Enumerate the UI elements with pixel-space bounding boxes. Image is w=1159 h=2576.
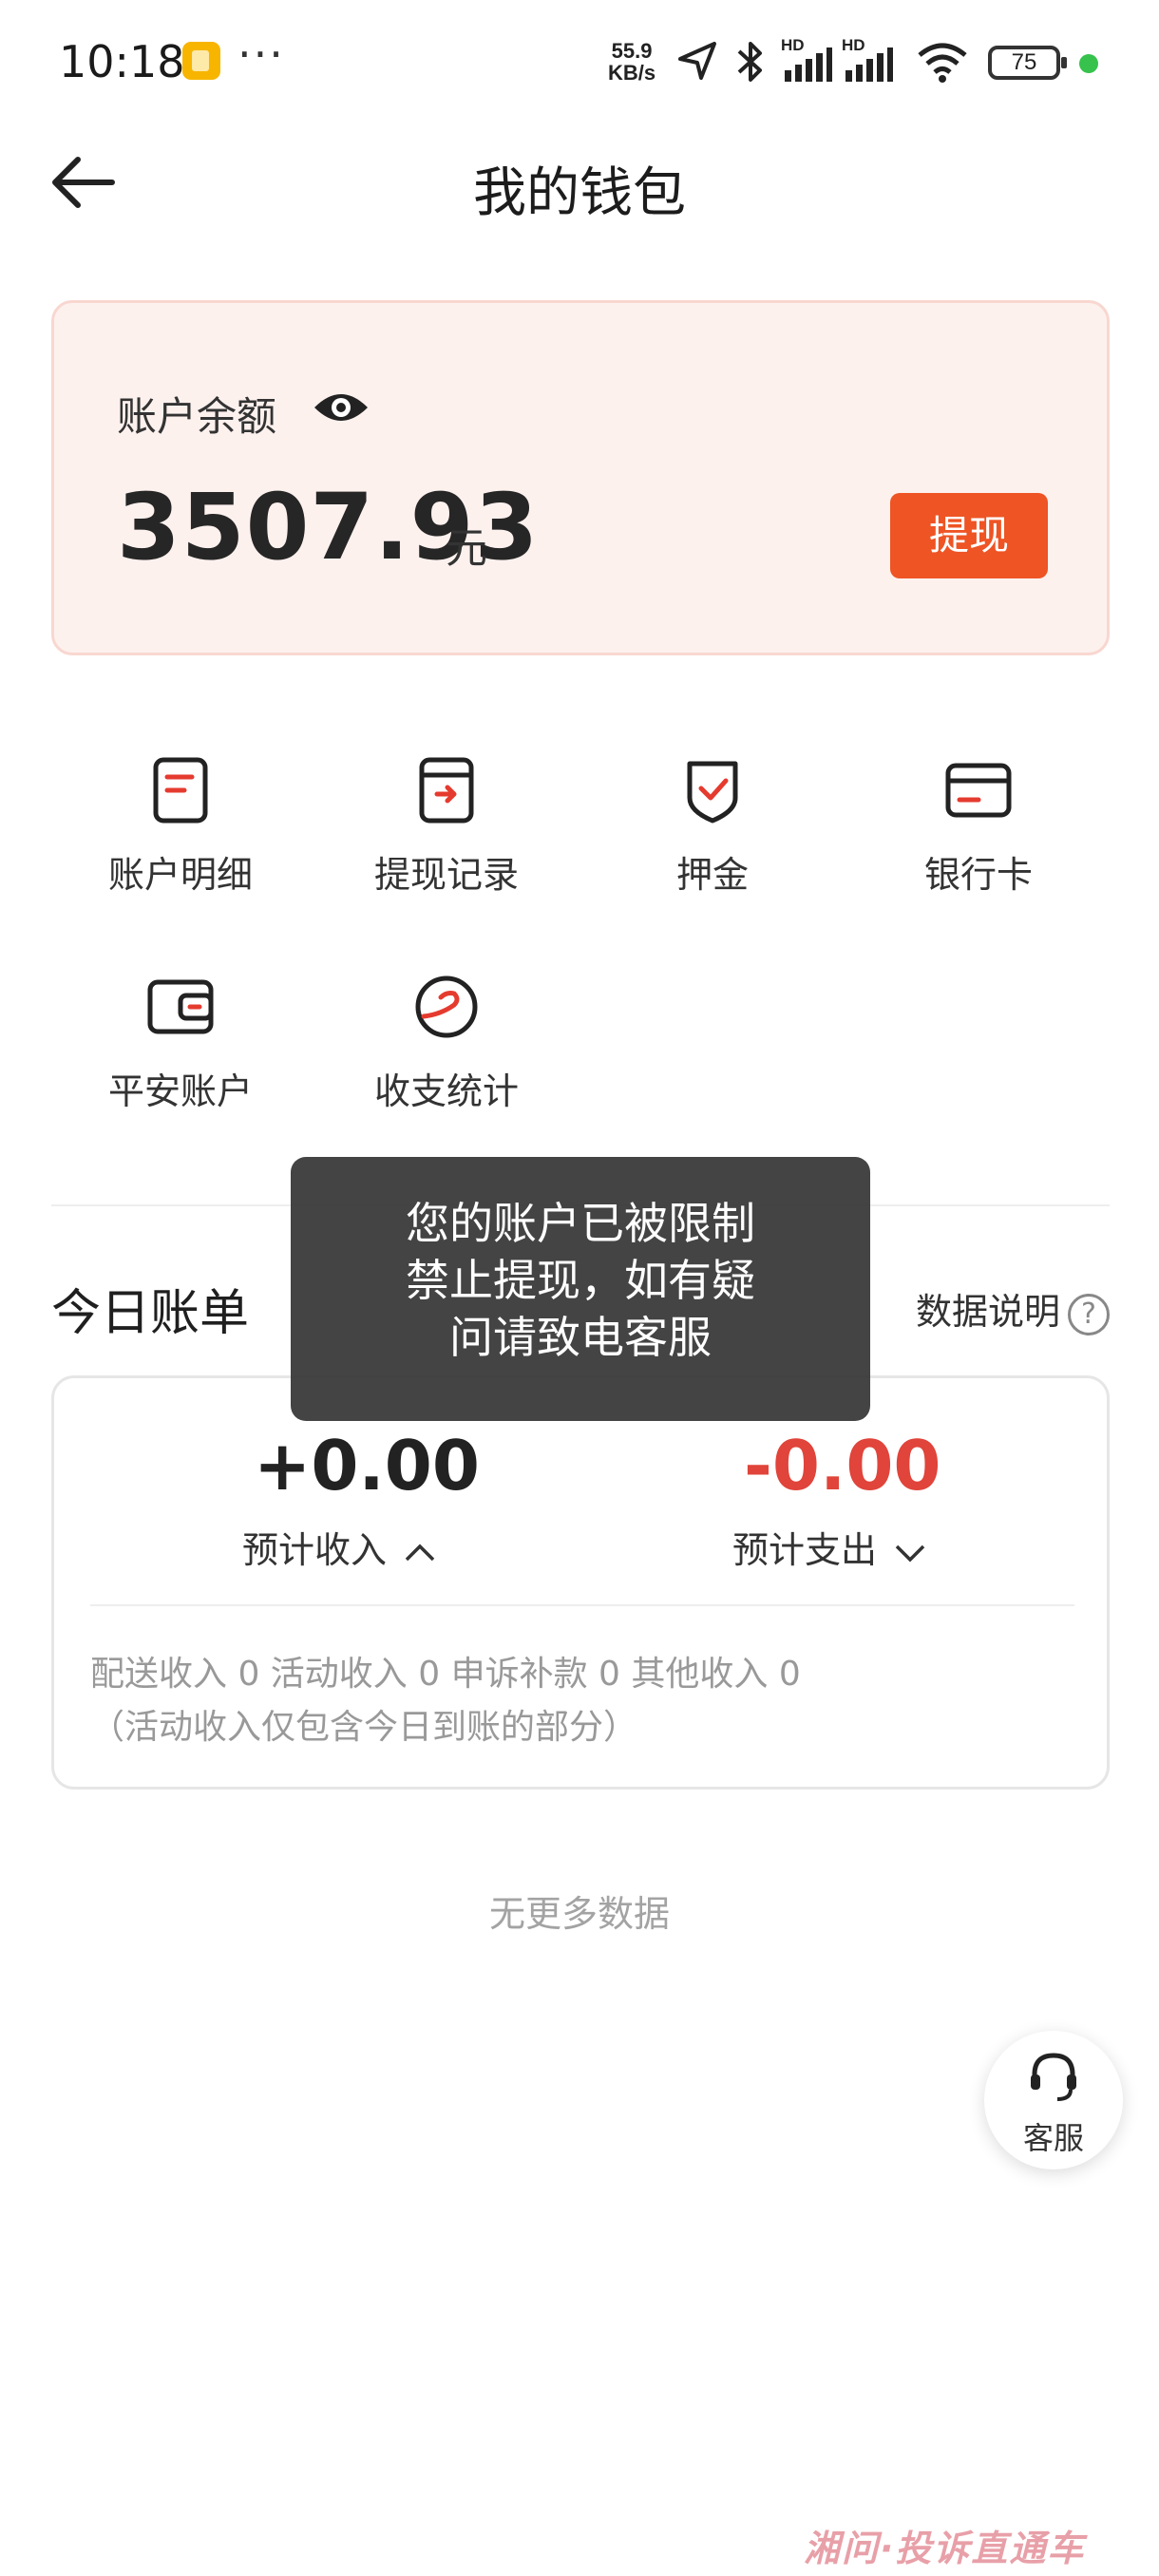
no-more-data: 无更多数据 bbox=[488, 1893, 670, 1935]
balance-label: 账户余额 bbox=[117, 393, 277, 440]
grid-label-bank-card: 银行卡 bbox=[923, 854, 1033, 896]
toast-line-1: 您的账户已被限制 bbox=[406, 1198, 755, 1249]
grid-item-deposit[interactable]: 押金 bbox=[598, 756, 826, 946]
battery-icon: 75 bbox=[988, 46, 1067, 80]
grid-label-deposit: 押金 bbox=[675, 854, 749, 896]
withdraw-record-icon bbox=[419, 757, 474, 824]
app-notification-icon bbox=[182, 42, 220, 80]
status-bar: 10:18 ··· 55.9 KB/s HD HD 75 bbox=[0, 0, 1159, 123]
statistics-icon bbox=[415, 975, 478, 1038]
grid-label-ping-an-account: 平安账户 bbox=[107, 1070, 253, 1112]
grid-item-ping-an-account[interactable]: 平安账户 bbox=[66, 973, 294, 1163]
income-toggle[interactable]: 预计收入 bbox=[242, 1521, 436, 1573]
customer-service-label: 客服 bbox=[1022, 2120, 1084, 2156]
card-divider bbox=[90, 1604, 1074, 1606]
bill-detail-note: （活动收入仅包含今日到账的部分） bbox=[90, 1708, 638, 1747]
network-speed: 55.9 KB/s bbox=[608, 39, 656, 85]
grid-label-account-detail: 账户明细 bbox=[107, 854, 253, 896]
status-time: 10:18 bbox=[59, 36, 185, 87]
toast-line-3: 问请致电客服 bbox=[449, 1312, 712, 1363]
header: 我的钱包 bbox=[0, 133, 1159, 237]
toast-line-2: 禁止提现，如有疑 bbox=[406, 1255, 755, 1306]
balance-card: 账户余额 3507.93 元 提现 bbox=[51, 300, 1110, 655]
grid-label-withdraw-record: 提现记录 bbox=[373, 854, 519, 896]
chevron-up-icon bbox=[405, 1544, 435, 1561]
grid-item-account-detail[interactable]: 账户明细 bbox=[66, 756, 294, 946]
more-dots-icon: ··· bbox=[238, 28, 285, 80]
watermark: 湘问·投诉直通车 bbox=[804, 2528, 1086, 2569]
headset-icon bbox=[1031, 2053, 1076, 2101]
bill-detail-line: 配送收入 0 活动收入 0 申诉补款 0 其他收入 0 bbox=[90, 1655, 801, 1694]
grid-label-statistics: 收支统计 bbox=[373, 1070, 519, 1112]
signal-icon-2 bbox=[846, 47, 893, 82]
grid-item-bank-card[interactable]: 银行卡 bbox=[864, 756, 1092, 946]
income-label: 预计收入 bbox=[242, 1529, 388, 1571]
data-explain-link[interactable]: 数据说明? bbox=[916, 1282, 1111, 1335]
today-bill-card: +0.00 -0.00 预计收入 预计支出 配送收入 0 活动收入 0 申诉补款… bbox=[51, 1375, 1110, 1790]
withdraw-button[interactable]: 提现 bbox=[890, 493, 1048, 578]
data-explain-label: 数据说明 bbox=[916, 1291, 1061, 1333]
toast-message: 您的账户已被限制 禁止提现，如有疑 问请致电客服 bbox=[291, 1157, 870, 1421]
page-title: 我的钱包 bbox=[473, 162, 686, 224]
bill-detail: 配送收入 0 活动收入 0 申诉补款 0 其他收入 0 （活动收入仅包含今日到账… bbox=[90, 1648, 801, 1754]
expense-value: -0.00 bbox=[744, 1426, 941, 1506]
today-bill-title: 今日账单 bbox=[51, 1285, 250, 1342]
account-detail-icon bbox=[153, 757, 208, 824]
location-arrow-icon bbox=[678, 42, 716, 80]
help-icon: ? bbox=[1068, 1293, 1111, 1335]
signal-icon bbox=[785, 47, 832, 82]
wifi-icon bbox=[918, 43, 967, 83]
deposit-shield-icon bbox=[687, 761, 738, 824]
customer-service-button[interactable]: 客服 bbox=[984, 2031, 1123, 2169]
wallet-icon bbox=[147, 979, 214, 1034]
bank-card-icon bbox=[945, 763, 1012, 818]
balance-unit: 元 bbox=[446, 524, 487, 573]
active-dot-icon bbox=[1079, 54, 1098, 73]
expense-label: 预计支出 bbox=[732, 1529, 878, 1571]
income-value: +0.00 bbox=[254, 1426, 480, 1506]
bluetooth-icon bbox=[737, 42, 762, 82]
eye-icon[interactable] bbox=[311, 387, 371, 428]
grid-item-statistics[interactable]: 收支统计 bbox=[332, 973, 560, 1163]
expense-toggle[interactable]: 预计支出 bbox=[732, 1521, 926, 1573]
chevron-down-icon bbox=[895, 1544, 925, 1562]
grid-item-withdraw-record[interactable]: 提现记录 bbox=[332, 756, 560, 946]
